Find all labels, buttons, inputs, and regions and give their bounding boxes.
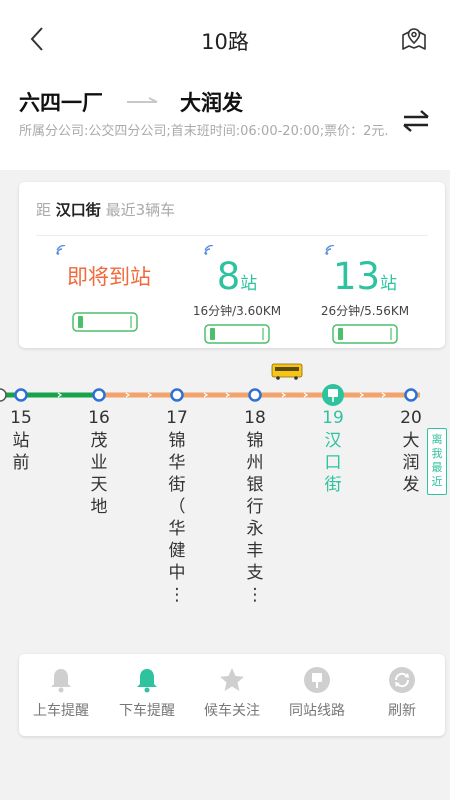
stops-unit: 站 — [380, 274, 398, 294]
route-line-track — [0, 363, 420, 406]
station-dot — [404, 388, 418, 402]
station-20[interactable]: 20 大 润 发 — [397, 407, 425, 496]
action-toolbar: 上车提醒 下车提醒 候车关注 同站线路 刷新 — [19, 654, 445, 736]
nearest-buses-card[interactable]: 距 汉口街 最近3辆车 即将到站 8站 16分钟/3.60KM 13站 26分钟… — [19, 182, 445, 348]
station-dot — [248, 388, 262, 402]
heading-prefix: 距 — [36, 201, 52, 219]
bus-1-status: 即将到站 — [39, 257, 179, 297]
bus-3-eta: 26分钟/5.56KM — [320, 304, 410, 318]
top-bar: 10路 — [0, 0, 450, 78]
signal-icon — [56, 245, 66, 255]
station-name: 大 润 发 — [402, 431, 420, 495]
tool-label: 下车提醒 — [119, 703, 175, 719]
stops-unit: 站 — [240, 274, 258, 294]
refresh-button[interactable]: 刷新 — [362, 666, 442, 726]
bus-slot-2[interactable]: 8站 16分钟/3.60KM — [167, 242, 307, 344]
route-line: 15 站 前 16 茂 业 天 地 17 锦 华 街 （ 华 健 中 ⋮ 18 … — [0, 360, 450, 650]
follow-bus-button[interactable]: 候车关注 — [192, 666, 272, 726]
swap-direction-button[interactable] — [400, 106, 432, 136]
station-dot — [14, 388, 28, 402]
bell-active-icon — [137, 669, 157, 693]
signal-icon — [325, 245, 335, 255]
bus-stop-icon — [304, 667, 330, 693]
bus-3-status: 13站 — [295, 257, 435, 297]
station-name: 茂 业 天 地 — [90, 431, 108, 517]
bell-icon — [51, 669, 71, 693]
map-button[interactable] — [398, 22, 430, 56]
signal-icon — [204, 245, 214, 255]
station-name: 锦 州 银 行 永 丰 支 ⋮ — [246, 431, 264, 605]
alighting-reminder-button[interactable]: 下车提醒 — [107, 666, 187, 726]
route-end-station: 大润发 — [180, 91, 243, 115]
stops-away-count: 13 — [332, 255, 381, 298]
bus-outline-icon — [204, 324, 270, 344]
tool-label: 候车关注 — [204, 703, 260, 719]
station-number: 18 — [244, 408, 266, 428]
bus-slot-1[interactable]: 即将到站 — [39, 242, 179, 342]
current-station-marker — [322, 384, 344, 406]
station-name: 站 前 — [12, 431, 30, 473]
station-number: 16 — [88, 408, 110, 428]
tool-label: 上车提醒 — [33, 703, 89, 719]
station-name: 汉 口 街 — [324, 431, 342, 495]
arriving-text: 即将到站 — [67, 265, 151, 289]
swap-icon — [403, 110, 429, 132]
bus-2-eta: 16分钟/3.60KM — [192, 304, 282, 318]
bus-slot-3[interactable]: 13站 26分钟/5.56KM — [295, 242, 435, 344]
star-icon — [220, 668, 244, 691]
station-number: 15 — [10, 408, 32, 428]
station-number: 19 — [322, 408, 344, 428]
stops-away-count: 8 — [216, 255, 241, 298]
boarding-reminder-button[interactable]: 上车提醒 — [21, 666, 101, 726]
bus-icon — [271, 363, 303, 380]
bus-outline-icon — [332, 324, 398, 344]
current-stop-name: 汉口街 — [55, 201, 101, 219]
station-dot — [0, 388, 7, 402]
page-title: 10路 — [201, 30, 249, 54]
route-start-station: 六四一厂 — [19, 91, 103, 115]
card-heading: 距 汉口街 最近3辆车 — [36, 199, 175, 220]
station-16[interactable]: 16 茂 业 天 地 — [85, 407, 113, 518]
bus-2-status: 8站 — [167, 257, 307, 297]
tool-label: 刷新 — [388, 703, 416, 719]
divider — [36, 235, 428, 236]
station-15[interactable]: 15 站 前 — [7, 407, 35, 474]
station-17[interactable]: 17 锦 华 街 （ 华 健 中 ⋮ — [163, 407, 191, 606]
arrow-right-icon — [127, 97, 158, 103]
station-number: 20 — [400, 408, 422, 428]
station-19-current[interactable]: 19 汉 口 街 — [319, 407, 347, 496]
route-info: 六四一厂 大润发 所属分公司:公交四分公司;首末班时间:06:00-20:00;… — [0, 78, 450, 170]
bus-outline-icon — [72, 312, 138, 332]
station-dot — [170, 388, 184, 402]
station-name: 锦 华 街 （ 华 健 中 ⋮ — [168, 431, 186, 605]
heading-suffix: 最近3辆车 — [105, 201, 176, 219]
map-pin-icon — [402, 28, 426, 50]
tool-label: 同站线路 — [289, 703, 345, 719]
refresh-icon — [389, 667, 415, 693]
route-description: 所属分公司:公交四分公司;首末班时间:06:00-20:00;票价：2元. — [19, 124, 389, 139]
station-dot — [92, 388, 106, 402]
nearest-to-me-tag: 离我最近 — [427, 428, 447, 495]
station-18[interactable]: 18 锦 州 银 行 永 丰 支 ⋮ — [241, 407, 269, 606]
same-stop-lines-button[interactable]: 同站线路 — [277, 666, 357, 726]
station-number: 17 — [166, 408, 188, 428]
